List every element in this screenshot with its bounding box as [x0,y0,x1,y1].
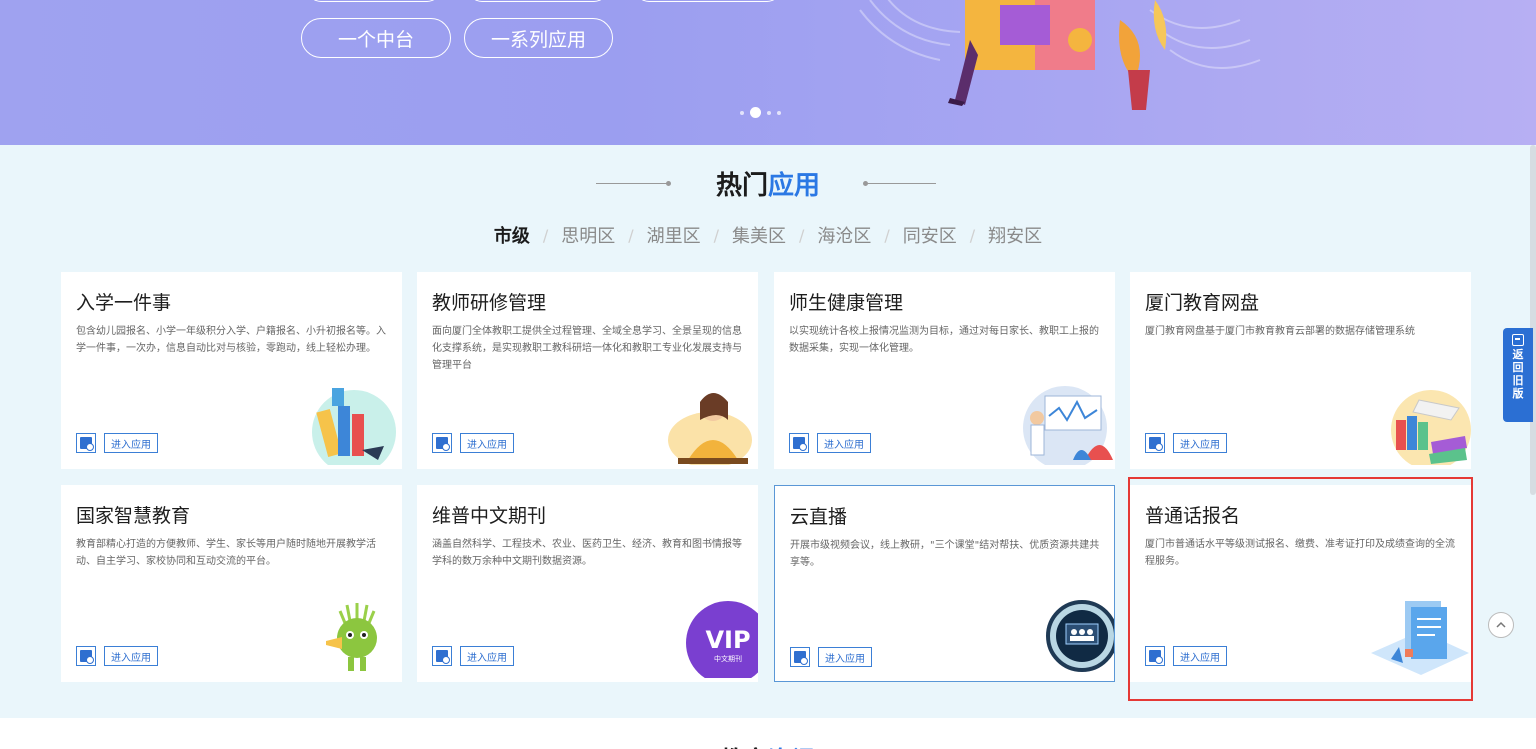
search-doc-icon [1145,433,1165,453]
banner-pill-top-3[interactable] [635,0,781,2]
back-to-old-version-button[interactable]: 返回旧版 [1503,328,1533,422]
carousel-dot-active[interactable] [750,107,761,118]
back-to-top-button[interactable] [1488,612,1514,638]
highlight-box [1128,477,1473,701]
app-card-description: 涵盖自然科学、工程技术、农业、医药卫生、经济、教育和图书情报等学科的数万余种中文… [432,539,742,567]
enter-app-label[interactable]: 进入应用 [1173,433,1227,453]
section-title-part1: 热门 [715,171,768,201]
app-card[interactable]: 教师研修管理 面向厦门全体教职工提供全过程管理、全域全息学习、全景呈现的信息化支… [417,272,758,469]
carousel-dot[interactable] [777,110,781,115]
app-card-art [1024,592,1114,681]
vip-logo-icon: VIP中文期刊 [686,601,758,682]
tab-separator: / [713,225,719,245]
teacher-illustration-icon [668,393,752,468]
enter-app-button[interactable]: 进入应用 [789,433,871,453]
district-tab[interactable]: 思明区 [557,222,619,248]
section-title-part2: 应用 [768,171,821,201]
app-card-art [312,593,402,682]
enter-app-button[interactable]: 进入应用 [432,646,514,666]
app-card-art: VIP 中文期刊 [668,593,758,682]
app-card-title[interactable]: 维普中文期刊 [432,501,546,528]
app-card-title[interactable]: 厦门教育网盘 [1145,288,1259,315]
district-tab[interactable]: 湖里区 [643,222,705,248]
district-tab[interactable]: 海沧区 [813,222,875,248]
vip-logo-text: VIP [705,626,750,654]
app-card-description: 开展市级视频会议，线上教研，"三个课堂"结对帮扶、优质资源共建共享等。 [790,540,1100,568]
chevron-up-icon [1496,621,1506,628]
district-tab[interactable]: 集美区 [728,222,790,248]
app-card-title[interactable]: 师生健康管理 [789,288,903,315]
enter-app-button[interactable]: 进入应用 [790,647,872,667]
district-tab[interactable]: 市级 [490,222,534,248]
banner-pill-apps[interactable]: 一系列应用 [464,18,613,58]
netdisk-books-icon [1391,390,1471,469]
app-card-description: 厦门教育网盘基于厦门市教育教育云部署的数据存储管理系统 [1145,326,1415,337]
app-card-title[interactable]: 国家智慧教育 [76,501,190,528]
app-card-description: 包含幼儿园报名、小学一年级积分入学、户籍报名、小升初报名等。入学一件事，一次办，… [76,326,386,354]
enter-app-label[interactable]: 进入应用 [104,646,158,666]
app-card-description: 面向厦门全体教职工提供全过程管理、全域全息学习、全景呈现的信息化支撑系统，是实现… [432,326,742,371]
enter-app-label[interactable]: 进入应用 [818,647,872,667]
app-card[interactable]: 国家智慧教育 教育部精心打造的方便教师、学生、家长等用户随时随地开展教学活动、自… [61,485,402,682]
app-card[interactable]: 师生健康管理 以实现统计各校上报情况监测为目标，通过对每日家长、教职工上报的数据… [774,272,1115,469]
enter-app-label[interactable]: 进入应用 [460,646,514,666]
enter-app-label[interactable]: 进入应用 [817,433,871,453]
next-section-title: 教育资讯 [0,740,1536,749]
live-stream-icon [1046,600,1114,672]
tab-separator: / [542,225,549,245]
app-card[interactable]: 维普中文期刊 涵盖自然科学、工程技术、农业、医药卫生、经济、教育和图书情报等学科… [417,485,758,682]
search-doc-icon [790,647,810,667]
search-doc-icon [76,646,96,666]
exit-icon [1512,334,1524,346]
tab-separator: / [799,225,805,245]
search-doc-icon [789,433,809,453]
banner-pill-top-2[interactable] [468,0,608,2]
enter-app-button[interactable]: 进入应用 [76,646,158,666]
district-tab[interactable]: 翔安区 [984,222,1046,248]
back-old-label: 返回旧版 [1512,348,1524,400]
app-card[interactable]: 云直播 开展市级视频会议，线上教研，"三个课堂"结对帮扶、优质资源共建共享等。 … [774,485,1115,682]
app-card-art [1005,380,1115,469]
carousel-dots[interactable] [740,107,781,118]
district-tab[interactable]: 同安区 [899,222,961,248]
search-doc-icon [432,646,452,666]
enter-app-label[interactable]: 进入应用 [460,433,514,453]
section-title: 热门应用 [0,165,1536,202]
app-card-title[interactable]: 教师研修管理 [432,288,546,315]
vip-logo-subtext: 中文期刊 [714,654,742,663]
app-card-description: 教育部精心打造的方便教师、学生、家长等用户随时随地开展教学活动、自主学习、家校协… [76,539,376,567]
district-tabs: 市级 / 思明区 / 湖里区 / 集美区 / 海沧区 / 同安区 / 翔安区 [0,222,1536,248]
app-card-art [658,380,758,469]
app-card-art [292,380,402,469]
tab-separator: / [628,225,634,245]
app-card-art [1361,380,1471,469]
books-illustration-icon [312,388,396,469]
hero-banner: 一个中台 一系列应用 [0,0,1536,145]
enter-app-button[interactable]: 进入应用 [432,433,514,453]
carousel-dot[interactable] [740,110,744,115]
app-card-title[interactable]: 入学一件事 [76,288,171,315]
page-scrollbar[interactable] [1530,145,1536,495]
app-card-description: 以实现统计各校上报情况监测为目标，通过对每日家长、教职工上报的数据采集，实现一体… [789,326,1099,354]
enter-app-label[interactable]: 进入应用 [104,433,158,453]
app-card-title[interactable]: 云直播 [790,502,847,529]
tab-separator: / [884,225,890,245]
search-doc-icon [76,433,96,453]
search-doc-icon [432,433,452,453]
banner-pill-zhongtai[interactable]: 一个中台 [301,18,451,58]
mascot-icon [326,603,377,671]
banner-pill-top-1[interactable] [307,0,441,2]
health-illustration-icon [1023,386,1113,469]
enter-app-button[interactable]: 进入应用 [1145,433,1227,453]
app-card[interactable]: 厦门教育网盘 厦门教育网盘基于厦门市教育教育云部署的数据存储管理系统 进入应用 [1130,272,1471,469]
app-card[interactable]: 入学一件事 包含幼儿园报名、小学一年级积分入学、户籍报名、小升初报名等。入学一件… [61,272,402,469]
tab-separator: / [969,225,976,245]
puzzle-illustration-icon [859,0,1261,110]
carousel-dot[interactable] [767,110,771,115]
enter-app-button[interactable]: 进入应用 [76,433,158,453]
